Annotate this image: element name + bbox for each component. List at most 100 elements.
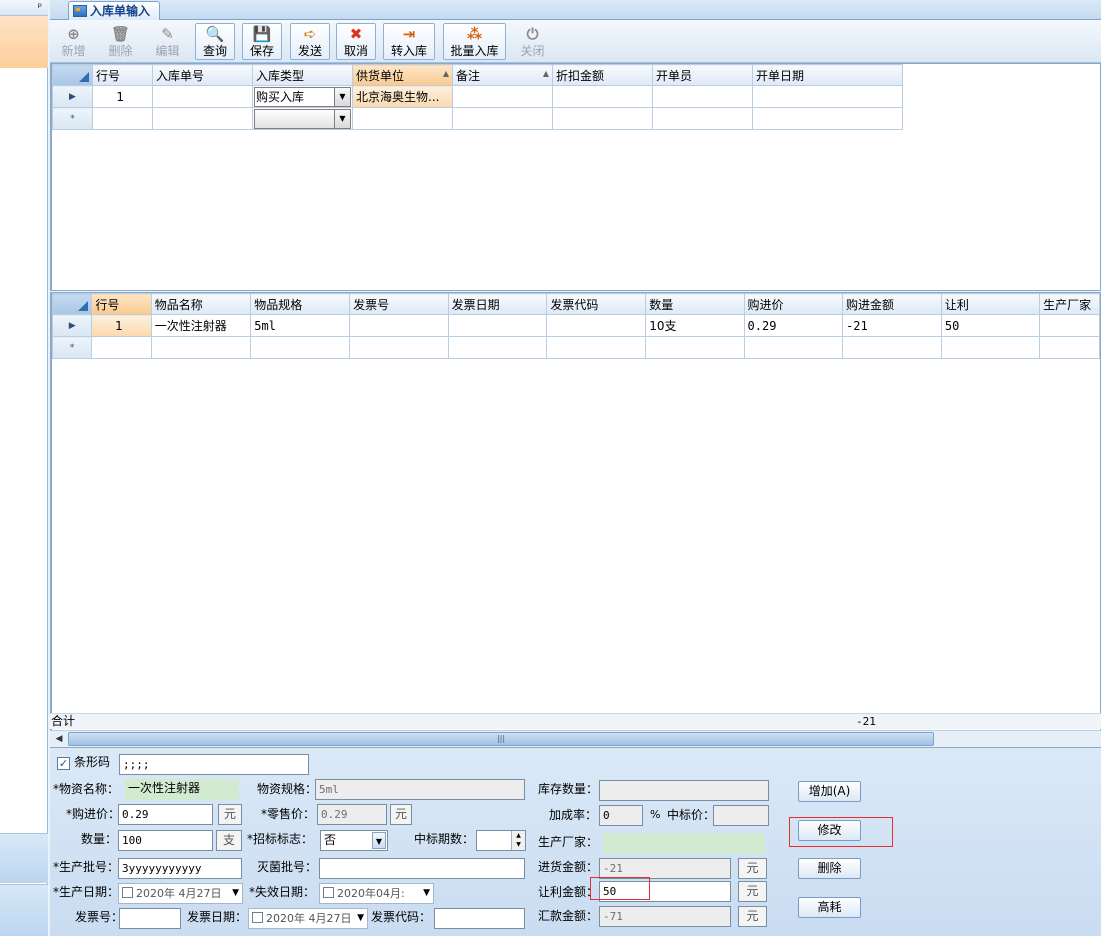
col-header-invoice-date[interactable]: 发票日期: [447, 293, 548, 315]
cell-discount[interactable]: [552, 85, 653, 108]
col-header-manufacturer[interactable]: 生产厂家: [1039, 293, 1100, 315]
spin-arrows-icon[interactable]: ▲ ▼: [511, 831, 525, 850]
invoice-date-checkbox[interactable]: [252, 912, 263, 923]
new-cell[interactable]: [546, 336, 647, 359]
cell-date[interactable]: [752, 85, 903, 108]
new-cell[interactable]: [152, 107, 253, 130]
batch-in-button[interactable]: ⁂ 批量入库: [443, 23, 506, 60]
new-cell[interactable]: [752, 107, 903, 130]
scrollbar-thumb[interactable]: |||: [68, 732, 934, 746]
production-date-checkbox[interactable]: [122, 887, 133, 898]
new-cell[interactable]: [1039, 336, 1100, 359]
bid-price-input[interactable]: [713, 805, 769, 826]
cell-invoice-code[interactable]: [546, 314, 647, 337]
delete-button[interactable]: 🗑 删除: [100, 23, 141, 60]
col-header-operator[interactable]: 开单员: [652, 64, 753, 86]
chevron-down-icon[interactable]: ▼: [232, 884, 239, 903]
batch-no-input[interactable]: 3yyyyyyyyyyy: [118, 858, 242, 879]
new-cell[interactable]: [150, 336, 252, 359]
remit-amount-input[interactable]: -71: [599, 906, 731, 927]
quantity-input[interactable]: 100: [118, 830, 213, 851]
col-header-spec[interactable]: 物品规格: [250, 293, 351, 315]
cell-type[interactable]: 购买入库 ▼: [252, 85, 353, 108]
high-consumption-button[interactable]: 高耗: [798, 897, 861, 918]
new-row[interactable]: * ▼: [52, 107, 903, 130]
row-indicator-new[interactable]: *: [52, 107, 93, 130]
cell-amount[interactable]: -21: [842, 314, 942, 337]
new-cell[interactable]: [652, 107, 753, 130]
col-header-order-no[interactable]: 入库单号: [152, 64, 253, 86]
horizontal-scrollbar[interactable]: ◀ |||: [50, 730, 1101, 747]
type-combobox[interactable]: 购买入库 ▼: [254, 86, 351, 107]
cell-supplier[interactable]: 北京海奥生物...: [352, 85, 453, 108]
invoice-code-input[interactable]: [434, 908, 525, 929]
new-cell[interactable]: [352, 107, 453, 130]
stock-qty-input[interactable]: [599, 780, 769, 801]
new-cell[interactable]: [92, 107, 153, 130]
new-cell[interactable]: [349, 336, 449, 359]
expiry-date-checkbox[interactable]: [323, 887, 334, 898]
cell-invoice-date[interactable]: [447, 314, 548, 337]
col-header-invoice-code[interactable]: 发票代码: [546, 293, 647, 315]
left-nav-selected-item[interactable]: [0, 16, 48, 68]
retail-price-input[interactable]: 0.29: [317, 804, 387, 825]
col-header-row-no[interactable]: 行号: [92, 64, 153, 86]
new-cell[interactable]: [645, 336, 745, 359]
row-indicator-new[interactable]: *: [52, 336, 93, 359]
table-row[interactable]: ▶ 1 购买入库 ▼ 北京海奥生物...: [52, 85, 903, 108]
save-button[interactable]: 💾 保存: [242, 23, 282, 60]
transfer-in-button[interactable]: ⇥ 转入库: [383, 23, 435, 60]
new-button[interactable]: ⊕ 新增: [53, 23, 94, 60]
new-cell[interactable]: [91, 336, 152, 359]
query-button[interactable]: 🔍 查询: [195, 23, 235, 60]
new-cell[interactable]: [452, 107, 553, 130]
new-row[interactable]: *: [52, 336, 1100, 359]
markup-rate-input[interactable]: 0: [599, 805, 643, 826]
pin-icon[interactable]: ᵖ: [0, 0, 48, 16]
cell-rebate[interactable]: 50: [940, 314, 1041, 337]
new-cell[interactable]: [447, 336, 548, 359]
row-indicator-current[interactable]: ▶: [52, 85, 93, 108]
col-header-discount[interactable]: 折扣金额: [552, 64, 653, 86]
new-cell[interactable]: [940, 336, 1041, 359]
invoice-date-picker[interactable]: 2020年 4月27日 ▼: [248, 908, 368, 929]
tab-stock-in-entry[interactable]: 入库单输入: [68, 1, 160, 21]
new-cell[interactable]: [743, 336, 844, 359]
col-header-supplier[interactable]: 供货单位 ▲: [352, 64, 453, 86]
edit-button[interactable]: ✎ 编辑: [147, 23, 188, 60]
col-header-type[interactable]: 入库类型: [252, 64, 353, 86]
purchase-amount-input[interactable]: -21: [599, 858, 731, 879]
chevron-down-icon[interactable]: ▼: [334, 109, 350, 128]
col-header-price[interactable]: 购进价: [743, 293, 844, 315]
col-header-item-name[interactable]: 物品名称: [150, 293, 252, 315]
cell-remark[interactable]: [452, 85, 553, 108]
cancel-button[interactable]: ✖ 取消: [336, 23, 376, 60]
sterile-batch-input[interactable]: [319, 858, 525, 879]
new-cell[interactable]: [842, 336, 942, 359]
material-name-input[interactable]: 一次性注射器: [125, 779, 239, 800]
add-button[interactable]: 增加(A): [798, 781, 861, 802]
bid-periods-stepper[interactable]: ▲ ▼: [476, 830, 526, 851]
cell-row-no[interactable]: 1: [91, 314, 152, 337]
scroll-left-icon[interactable]: ◀: [52, 732, 66, 746]
chevron-down-icon[interactable]: ▼: [334, 87, 350, 106]
select-all-corner[interactable]: [52, 64, 93, 86]
chevron-down-icon[interactable]: ▼: [423, 884, 430, 903]
bid-flag-select[interactable]: 否 ▼: [320, 830, 388, 851]
col-header-row-no[interactable]: 行号: [91, 293, 152, 315]
cell-spec[interactable]: 5ml: [250, 314, 351, 337]
new-type-combobox[interactable]: ▼: [254, 108, 351, 129]
chevron-down-icon[interactable]: ▼: [357, 909, 364, 928]
send-button[interactable]: ➪ 发送: [290, 23, 330, 60]
cell-operator[interactable]: [652, 85, 753, 108]
table-row[interactable]: ▶ 1 一次性注射器 5ml 10支 0.29 -21 50: [52, 314, 1100, 337]
modify-button[interactable]: 修改: [798, 820, 861, 841]
cell-row-no[interactable]: 1: [92, 85, 153, 108]
invoice-no-input[interactable]: [119, 908, 181, 929]
new-cell[interactable]: [250, 336, 351, 359]
col-header-qty[interactable]: 数量: [645, 293, 745, 315]
purchase-price-input[interactable]: 0.29: [118, 804, 213, 825]
col-header-remark[interactable]: 备注 ▲: [452, 64, 553, 86]
cell-item-name[interactable]: 一次性注射器: [150, 314, 252, 337]
cell-invoice-no[interactable]: [349, 314, 449, 337]
